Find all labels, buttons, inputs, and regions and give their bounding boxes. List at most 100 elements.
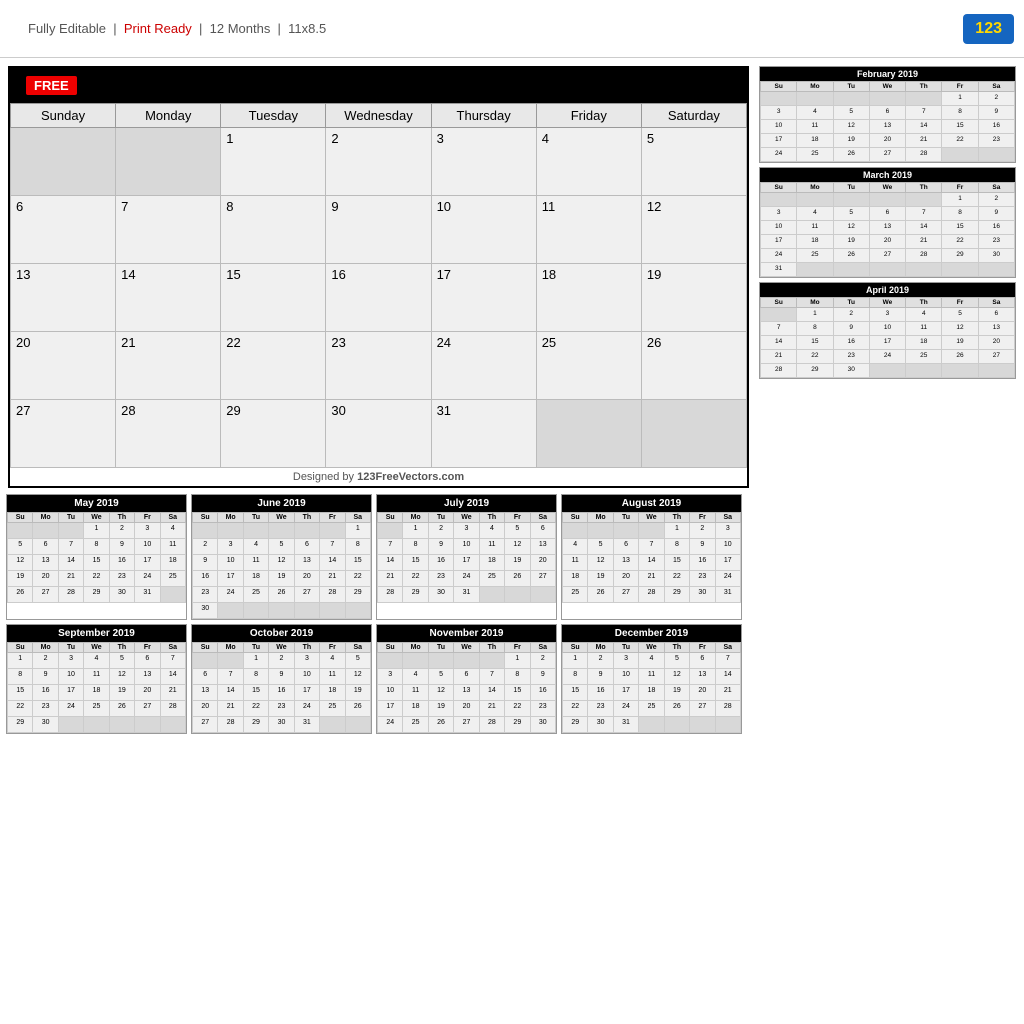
small-month-cell: 4 — [320, 653, 345, 669]
right-small-month-cell — [869, 193, 905, 207]
right-small-month-grid: SuMoTuWeThFrSa12345678910111213141516171… — [760, 182, 1015, 277]
small-month-cell: 1 — [84, 523, 109, 539]
small-month-cell — [664, 717, 689, 733]
small-month-day-header: Tu — [613, 643, 638, 653]
small-month-cell — [613, 523, 638, 539]
small-month-cell: 18 — [403, 701, 428, 717]
small-month-cell: 17 — [58, 685, 83, 701]
jan-cell: 22 — [221, 332, 326, 400]
small-month-cell — [160, 587, 185, 603]
jan-cell: 23 — [326, 332, 431, 400]
right-small-month-day: We — [869, 298, 905, 308]
small-month-cell: 8 — [243, 669, 268, 685]
small-month-cell: 29 — [243, 717, 268, 733]
small-month-cell: 19 — [664, 685, 689, 701]
right-small-month-cell: 3 — [761, 207, 797, 221]
small-month-cell: 18 — [84, 685, 109, 701]
right-small-month-cell: 27 — [869, 249, 905, 263]
small-month-cell: 31 — [715, 587, 740, 603]
small-month-cell: 23 — [690, 571, 715, 587]
small-month-day-header: Sa — [530, 513, 555, 523]
right-small-month-cell — [942, 364, 978, 378]
small-month-cell: 1 — [505, 653, 530, 669]
small-month-cell — [320, 603, 345, 619]
small-month-cell: 9 — [530, 669, 555, 685]
right-small-month-cell: 24 — [761, 249, 797, 263]
small-month-cell: 12 — [428, 685, 453, 701]
small-month-day-header: We — [269, 643, 294, 653]
small-month-cell: 20 — [530, 555, 555, 571]
small-month-cell: 22 — [505, 701, 530, 717]
small-month-cell: 16 — [193, 571, 218, 587]
right-small-month-cell: 9 — [978, 207, 1014, 221]
right-small-month-cell: 9 — [833, 322, 869, 336]
right-small-month-day: Tu — [833, 298, 869, 308]
small-month-cell — [193, 653, 218, 669]
jan-col-sun: Sunday — [11, 104, 116, 128]
small-month-day-header: Tu — [613, 513, 638, 523]
right-small-month-cell: 1 — [797, 308, 833, 322]
right-small-month-cell — [906, 263, 942, 277]
jan-cell: 4 — [536, 128, 641, 196]
small-month-cell: 27 — [193, 717, 218, 733]
small-month-cell: 6 — [294, 539, 319, 555]
right-small-month-cell: 27 — [978, 350, 1014, 364]
small-month-cell: 17 — [135, 555, 160, 571]
small-month-day-header: Su — [563, 513, 588, 523]
small-month-cell: 2 — [269, 653, 294, 669]
small-month-day-header: Mo — [218, 513, 243, 523]
small-month-day-header: Sa — [715, 513, 740, 523]
right-small-month-cell: 9 — [978, 106, 1014, 120]
right-small-month-day: Sa — [978, 183, 1014, 193]
small-month-day-header: Su — [193, 513, 218, 523]
right-small-month-cell: 30 — [833, 364, 869, 378]
right-small-month-cell — [869, 92, 905, 106]
right-small-month-cell: 14 — [906, 221, 942, 235]
january-grid: Sunday Monday Tuesday Wednesday Thursday… — [10, 103, 747, 468]
small-month-day-header: Fr — [135, 513, 160, 523]
right-small-month-cell: 2 — [833, 308, 869, 322]
small-month-cell: 22 — [8, 701, 33, 717]
small-month-cell: 23 — [193, 587, 218, 603]
right-small-month-cell: 23 — [978, 134, 1014, 148]
small-month-cell — [428, 653, 453, 669]
small-month-cell — [269, 603, 294, 619]
small-month-cell: 18 — [479, 555, 504, 571]
small-month-cell: 26 — [8, 587, 33, 603]
small-month-cell: 23 — [33, 701, 58, 717]
right-small-month-cell: 5 — [833, 207, 869, 221]
small-month: October 2019SuMoTuWeThFrSa12345678910111… — [191, 624, 372, 734]
jan-cell: 20 — [11, 332, 116, 400]
right-small-month-grid: SuMoTuWeThFrSa12345678910111213141516171… — [760, 297, 1015, 378]
small-month-cell: 16 — [588, 685, 613, 701]
right-small-month-cell: 1 — [942, 193, 978, 207]
small-month-cell: 5 — [428, 669, 453, 685]
right-small-month-cell: 20 — [869, 134, 905, 148]
small-month-day-header: We — [639, 643, 664, 653]
small-month-cell: 20 — [454, 701, 479, 717]
right-small-month-cell: 28 — [906, 148, 942, 162]
right-small-month-cell: 31 — [761, 263, 797, 277]
small-month-cell: 26 — [505, 571, 530, 587]
small-month-cell: 20 — [193, 701, 218, 717]
right-small-month-cell: 29 — [797, 364, 833, 378]
small-month-day-header: We — [639, 513, 664, 523]
right-small-month-cell: 6 — [869, 207, 905, 221]
jan-cell: 19 — [641, 264, 746, 332]
small-month-cell: 12 — [269, 555, 294, 571]
small-month-cell: 2 — [530, 653, 555, 669]
right-small-month: February 2019SuMoTuWeThFrSa1234567891011… — [759, 66, 1016, 163]
small-month-cell: 21 — [715, 685, 740, 701]
small-month-cell: 24 — [58, 701, 83, 717]
jan-cell — [116, 128, 221, 196]
small-month-cell: 26 — [109, 701, 134, 717]
right-small-month-cell: 23 — [978, 235, 1014, 249]
jan-col-mon: Monday — [116, 104, 221, 128]
right-small-month-cell: 26 — [833, 249, 869, 263]
small-month-cell: 8 — [345, 539, 370, 555]
right-small-month-cell: 12 — [833, 221, 869, 235]
right-small-month-cell: 7 — [761, 322, 797, 336]
small-month-cell: 30 — [193, 603, 218, 619]
right-small-month-cell: 19 — [833, 134, 869, 148]
right-small-month-cell: 7 — [906, 207, 942, 221]
